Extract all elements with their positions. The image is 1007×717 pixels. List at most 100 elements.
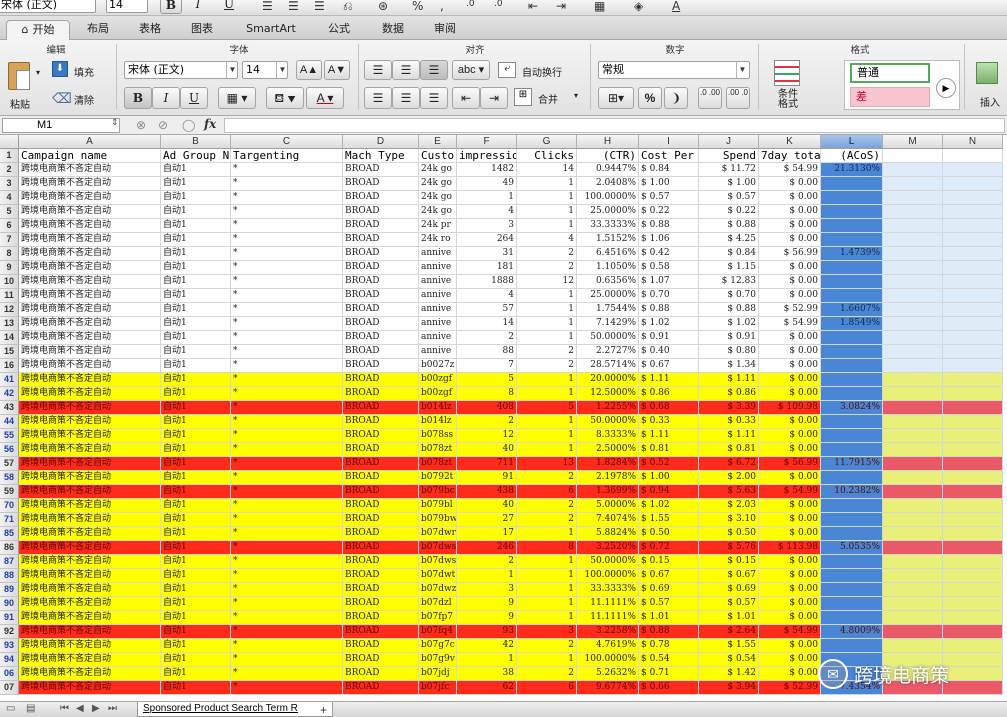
cell-b[interactable]: 自动1 bbox=[161, 555, 231, 569]
cell-k[interactable]: $ 54.99 bbox=[759, 317, 821, 331]
cell-i[interactable]: $ 0.50 bbox=[639, 527, 699, 541]
cell-h[interactable]: (CTR) bbox=[577, 149, 639, 163]
cell-b[interactable]: 自动1 bbox=[161, 583, 231, 597]
cell-l[interactable] bbox=[821, 597, 883, 611]
cell-f[interactable]: 88 bbox=[457, 345, 517, 359]
cell-f[interactable]: 17 bbox=[457, 527, 517, 541]
cell-m[interactable] bbox=[883, 345, 943, 359]
cell-k[interactable]: $ 54.99 bbox=[759, 485, 821, 499]
cell-l[interactable]: (ACoS) bbox=[821, 149, 883, 163]
cell-n[interactable] bbox=[943, 499, 1003, 513]
cell-k[interactable]: $ 52.99 bbox=[759, 303, 821, 317]
cell-e[interactable]: b078zt bbox=[419, 457, 457, 471]
cell-l[interactable] bbox=[821, 611, 883, 625]
cell-n[interactable] bbox=[943, 513, 1003, 527]
cell-k[interactable]: $ 0.00 bbox=[759, 611, 821, 625]
cell-k[interactable]: $ 0.00 bbox=[759, 555, 821, 569]
cell-h[interactable]: 7.4074% bbox=[577, 513, 639, 527]
name-box-stepper-icon[interactable]: ⇕ bbox=[111, 117, 119, 128]
cell-c[interactable]: * bbox=[231, 317, 343, 331]
cell-d[interactable]: BROAD bbox=[343, 373, 419, 387]
cell-m[interactable] bbox=[883, 429, 943, 443]
cell-k[interactable]: $ 0.00 bbox=[759, 499, 821, 513]
cell-d[interactable]: BROAD bbox=[343, 429, 419, 443]
outdent-icon[interactable]: ⇤ bbox=[528, 0, 538, 13]
cell-a[interactable]: 跨境电商策不吝定自动 bbox=[19, 541, 161, 555]
cell-n[interactable] bbox=[943, 457, 1003, 471]
cell-f[interactable]: 3 bbox=[457, 583, 517, 597]
cell-e[interactable]: annive bbox=[419, 317, 457, 331]
cell-b[interactable]: 自动1 bbox=[161, 317, 231, 331]
cell-k[interactable]: $ 0.00 bbox=[759, 233, 821, 247]
cell-e[interactable]: b07g7c bbox=[419, 639, 457, 653]
cell-k[interactable]: $ 0.00 bbox=[759, 471, 821, 485]
row-header[interactable]: 06 bbox=[0, 667, 19, 681]
cell-h[interactable]: 1.1050% bbox=[577, 261, 639, 275]
cell-g[interactable]: 2 bbox=[517, 513, 577, 527]
cell-l[interactable] bbox=[821, 527, 883, 541]
cell-f[interactable]: 4 bbox=[457, 289, 517, 303]
cell-a[interactable]: 跨境电商策不吝定自动 bbox=[19, 191, 161, 205]
cell-i[interactable]: $ 0.22 bbox=[639, 205, 699, 219]
cell-f[interactable]: 49 bbox=[457, 177, 517, 191]
cell-n[interactable] bbox=[943, 191, 1003, 205]
cell-j[interactable]: $ 0.54 bbox=[699, 653, 759, 667]
cell-h[interactable]: 1.8284% bbox=[577, 457, 639, 471]
cell-d[interactable]: BROAD bbox=[343, 317, 419, 331]
cell-h[interactable]: 0.9447% bbox=[577, 163, 639, 177]
cell-e[interactable]: b07dwz bbox=[419, 583, 457, 597]
cell-b[interactable]: 自动1 bbox=[161, 681, 231, 695]
cell-h[interactable]: 25.0000% bbox=[577, 289, 639, 303]
cell-b[interactable]: 自动1 bbox=[161, 485, 231, 499]
cell-l[interactable]: 21.3130% bbox=[821, 163, 883, 177]
cell-g[interactable]: 1 bbox=[517, 191, 577, 205]
cell-b[interactable]: 自动1 bbox=[161, 541, 231, 555]
row-header[interactable]: 07 bbox=[0, 681, 19, 695]
cell-a[interactable]: 跨境电商策不吝定自动 bbox=[19, 289, 161, 303]
cell-d[interactable]: BROAD bbox=[343, 653, 419, 667]
cell-c[interactable]: * bbox=[231, 625, 343, 639]
cell-d[interactable]: BROAD bbox=[343, 597, 419, 611]
row-header[interactable]: 58 bbox=[0, 471, 19, 485]
cell-h[interactable]: 33.3333% bbox=[577, 583, 639, 597]
cell-l[interactable] bbox=[821, 639, 883, 653]
cell-j[interactable]: $ 0.81 bbox=[699, 443, 759, 457]
row-header[interactable]: 1 bbox=[0, 149, 19, 163]
cell-k[interactable]: $ 0.00 bbox=[759, 653, 821, 667]
cell-i[interactable]: $ 0.57 bbox=[639, 191, 699, 205]
tab-layout[interactable]: 布局 bbox=[76, 20, 120, 40]
cell-f[interactable]: 264 bbox=[457, 233, 517, 247]
cell-a[interactable]: 跨境电商策不吝定自动 bbox=[19, 317, 161, 331]
cell-a[interactable]: 跨境电商策不吝定自动 bbox=[19, 261, 161, 275]
cell-d[interactable]: BROAD bbox=[343, 415, 419, 429]
cell-e[interactable]: 24k ro bbox=[419, 233, 457, 247]
cell-f[interactable]: 3 bbox=[457, 219, 517, 233]
cell-b[interactable]: 自动1 bbox=[161, 625, 231, 639]
row-header[interactable]: 89 bbox=[0, 583, 19, 597]
cell-c[interactable]: * bbox=[231, 429, 343, 443]
enter-icon[interactable]: ⊘ bbox=[158, 118, 168, 132]
align-center-icon[interactable]: ☰ bbox=[288, 0, 299, 13]
cell-a[interactable]: 跨境电商策不吝定自动 bbox=[19, 625, 161, 639]
cell-m[interactable] bbox=[883, 317, 943, 331]
align-right-button[interactable]: ☰ bbox=[420, 87, 448, 109]
cell-c[interactable]: * bbox=[231, 261, 343, 275]
cell-e[interactable]: 24k pr bbox=[419, 219, 457, 233]
cell-d[interactable]: BROAD bbox=[343, 177, 419, 191]
cell-n[interactable] bbox=[943, 345, 1003, 359]
tab-formulas[interactable]: 公式 bbox=[316, 20, 362, 40]
row-header[interactable]: 13 bbox=[0, 317, 19, 331]
cell-a[interactable]: 跨境电商策不吝定自动 bbox=[19, 247, 161, 261]
align-top-button[interactable]: ☰ bbox=[364, 60, 392, 80]
cell-b[interactable]: 自动1 bbox=[161, 499, 231, 513]
cell-a[interactable]: 跨境电商策不吝定自动 bbox=[19, 639, 161, 653]
tab-smartart[interactable]: SmartArt bbox=[236, 20, 306, 40]
select-all-corner[interactable] bbox=[0, 135, 19, 149]
cell-b[interactable]: 自动1 bbox=[161, 289, 231, 303]
cell-g[interactable]: 1 bbox=[517, 289, 577, 303]
cell-a[interactable]: 跨境电商策不吝定自动 bbox=[19, 233, 161, 247]
cell-l[interactable] bbox=[821, 429, 883, 443]
cell-l[interactable] bbox=[821, 289, 883, 303]
cell-e[interactable]: annive bbox=[419, 303, 457, 317]
cell-m[interactable] bbox=[883, 331, 943, 345]
